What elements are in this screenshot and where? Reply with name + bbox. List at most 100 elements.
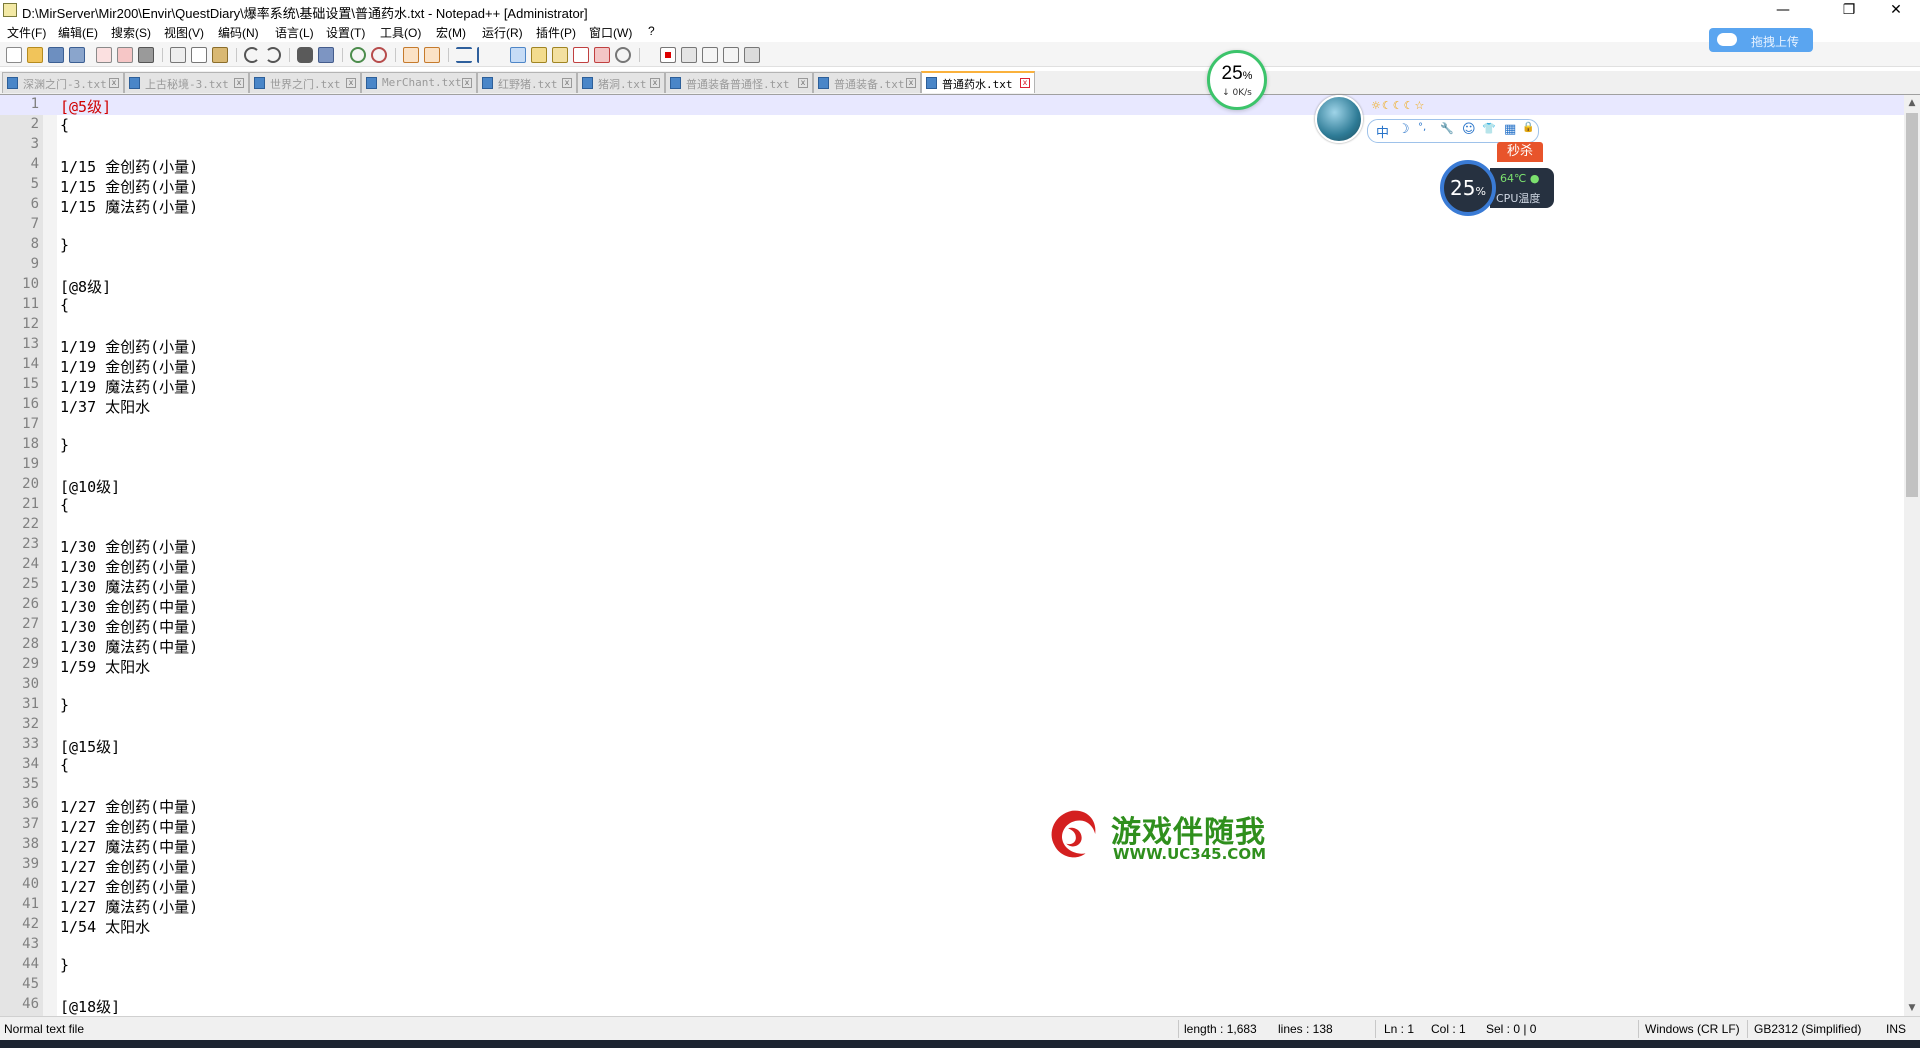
close-all-icon[interactable] xyxy=(117,47,133,63)
tab-close-icon[interactable]: x xyxy=(906,78,916,88)
drag-upload-button[interactable]: 拖拽上传 xyxy=(1709,28,1813,52)
editor-line[interactable]: 39 1/27 金创药(小量) xyxy=(0,855,1904,876)
copy-icon[interactable] xyxy=(191,47,207,63)
editor-line[interactable]: 6 1/15 魔法药(小量) xyxy=(0,195,1904,216)
tab-file[interactable]: 上古秘境-3.txt x xyxy=(124,72,249,93)
folder-workspace-icon[interactable] xyxy=(594,47,610,63)
menu-tools[interactable]: 工具(O) xyxy=(380,24,421,41)
replace-icon[interactable] xyxy=(318,47,334,63)
cut-icon[interactable] xyxy=(170,47,186,63)
menu-run[interactable]: 运行(R) xyxy=(482,24,523,41)
editor-line[interactable]: 7 xyxy=(0,215,1904,235)
editor-line[interactable]: 31} xyxy=(0,695,1904,715)
tab-close-icon[interactable]: x xyxy=(109,78,119,88)
editor-line[interactable]: 5 1/15 金创药(小量) xyxy=(0,175,1904,196)
save-macro-icon[interactable] xyxy=(744,47,760,63)
editor-line[interactable]: 32 xyxy=(0,715,1904,735)
status-insert-mode[interactable]: INS xyxy=(1886,1022,1906,1036)
menu-plugins[interactable]: 插件(P) xyxy=(536,24,576,41)
editor-line[interactable]: 22 xyxy=(0,515,1904,535)
editor-line[interactable]: 20 [@10级] xyxy=(0,475,1904,496)
monitoring-icon[interactable] xyxy=(615,47,631,63)
editor-line[interactable]: 15 1/19 魔法药(小量) xyxy=(0,375,1904,396)
punctuation-icon[interactable]: °, xyxy=(1418,122,1426,133)
editor-line[interactable]: 46 [@18级] xyxy=(0,995,1904,1016)
editor-line[interactable]: 34 { xyxy=(0,755,1904,775)
close-button[interactable]: ✕ xyxy=(1874,0,1918,22)
wrench-icon[interactable]: 🔧 xyxy=(1440,122,1454,135)
sync-horizontal-icon[interactable] xyxy=(424,47,440,63)
editor-line[interactable]: 27 1/30 金创药(中量) xyxy=(0,615,1904,636)
editor-line[interactable]: 26 1/30 金创药(中量) xyxy=(0,595,1904,616)
tab-file[interactable]: 红野猪.txt x xyxy=(477,72,577,93)
editor-line[interactable]: 18} xyxy=(0,435,1904,455)
editor-line[interactable]: 40 1/27 金创药(小量) xyxy=(0,875,1904,896)
editor-line[interactable]: 33 [@15级] xyxy=(0,735,1904,756)
menu-language[interactable]: 语言(L) xyxy=(275,24,314,41)
find-icon[interactable] xyxy=(297,47,313,63)
user-language-icon[interactable] xyxy=(531,47,547,63)
editor-line[interactable]: 14 1/19 金创药(小量) xyxy=(0,355,1904,376)
editor-line[interactable]: 11 { xyxy=(0,295,1904,315)
editor-line[interactable]: 42 1/54 太阳水 xyxy=(0,915,1904,936)
play-macro-icon[interactable] xyxy=(702,47,718,63)
scroll-down-icon[interactable]: ▼ xyxy=(1904,1000,1920,1016)
editor-line[interactable]: 4 1/15 金创药(小量) xyxy=(0,155,1904,176)
editor-line[interactable]: 3 xyxy=(0,135,1904,155)
editor-line[interactable]: 36 1/27 金创药(中量) xyxy=(0,795,1904,816)
scroll-thumb[interactable] xyxy=(1906,113,1918,497)
editor-line[interactable]: 25 1/30 魔法药(小量) xyxy=(0,575,1904,596)
zoom-out-icon[interactable] xyxy=(371,47,387,63)
stop-macro-icon[interactable] xyxy=(681,47,697,63)
print-icon[interactable] xyxy=(138,47,154,63)
flash-sale-badge[interactable]: 秒杀 xyxy=(1497,142,1543,162)
close-file-icon[interactable] xyxy=(96,47,112,63)
tab-file[interactable]: MerChant.txt x xyxy=(361,72,477,93)
open-file-icon[interactable] xyxy=(27,47,43,63)
new-file-icon[interactable] xyxy=(6,47,22,63)
editor-line[interactable]: 35 xyxy=(0,775,1904,795)
menu-file[interactable]: 文件(F) xyxy=(7,24,46,41)
tab-close-icon[interactable]: x xyxy=(798,78,808,88)
editor-line[interactable]: 28 1/30 魔法药(中量) xyxy=(0,635,1904,656)
editor[interactable]: 1 [@5级] 2{3 4 1/15 金创药(小量) 5 1/15 金创药(小量) 6 1/15… xyxy=(0,95,1904,1016)
tab-close-icon[interactable]: x xyxy=(650,78,660,88)
sync-vertical-icon[interactable] xyxy=(403,47,419,63)
save-icon[interactable] xyxy=(48,47,64,63)
tab-close-icon[interactable]: x xyxy=(346,78,356,88)
tab-file-active[interactable]: 普通药水.txt x xyxy=(921,71,1035,93)
save-all-icon[interactable] xyxy=(69,47,85,63)
editor-line[interactable]: 19 xyxy=(0,455,1904,475)
editor-line[interactable]: 45 xyxy=(0,975,1904,995)
show-all-chars-icon[interactable] xyxy=(477,47,493,63)
menu-macro[interactable]: 宏(M) xyxy=(436,24,466,41)
paste-icon[interactable] xyxy=(212,47,228,63)
word-wrap-icon[interactable] xyxy=(456,47,472,63)
redo-icon[interactable] xyxy=(265,47,281,63)
zoom-in-icon[interactable] xyxy=(350,47,366,63)
editor-line[interactable]: 29 1/59 太阳水 xyxy=(0,655,1904,676)
maximize-button[interactable]: ❐ xyxy=(1827,0,1871,22)
menu-view[interactable]: 视图(V) xyxy=(164,24,204,41)
editor-line[interactable]: 12 xyxy=(0,315,1904,335)
tab-close-icon[interactable]: x xyxy=(462,78,472,88)
menu-edit[interactable]: 编辑(E) xyxy=(58,24,98,41)
smile-icon[interactable]: ☺ xyxy=(1462,122,1476,137)
moon-icon[interactable]: ☽ xyxy=(1398,122,1410,137)
editor-line[interactable]: 38 1/27 魔法药(中量) xyxy=(0,835,1904,856)
editor-line[interactable]: 1 [@5级] xyxy=(0,95,1904,116)
editor-line[interactable]: 13 1/19 金创药(小量) xyxy=(0,335,1904,356)
tab-close-icon[interactable]: x xyxy=(562,78,572,88)
editor-line[interactable]: 10 [@8级] xyxy=(0,275,1904,296)
menu-settings[interactable]: 设置(T) xyxy=(326,24,365,41)
editor-line[interactable]: 23 1/30 金创药(小量) xyxy=(0,535,1904,556)
menu-help[interactable]: ? xyxy=(648,24,655,38)
tab-file[interactable]: 深渊之门-3.txt x xyxy=(2,72,124,93)
vertical-scrollbar[interactable]: ▲ ▼ xyxy=(1904,95,1920,1016)
grid-icon[interactable]: ▦ xyxy=(1504,122,1516,137)
menu-window[interactable]: 窗口(W) xyxy=(589,24,632,41)
editor-line[interactable]: 41 1/27 魔法药(小量) xyxy=(0,895,1904,916)
ime-toolbar[interactable]: ☼☾☾☾☆ 中 ☽ °, 🔧 ☺ 👕 ▦ 🔒 xyxy=(1315,95,1543,143)
shirt-icon[interactable]: 👕 xyxy=(1482,122,1496,135)
tab-file[interactable]: 普通装备普通怪.txt x xyxy=(665,72,813,93)
